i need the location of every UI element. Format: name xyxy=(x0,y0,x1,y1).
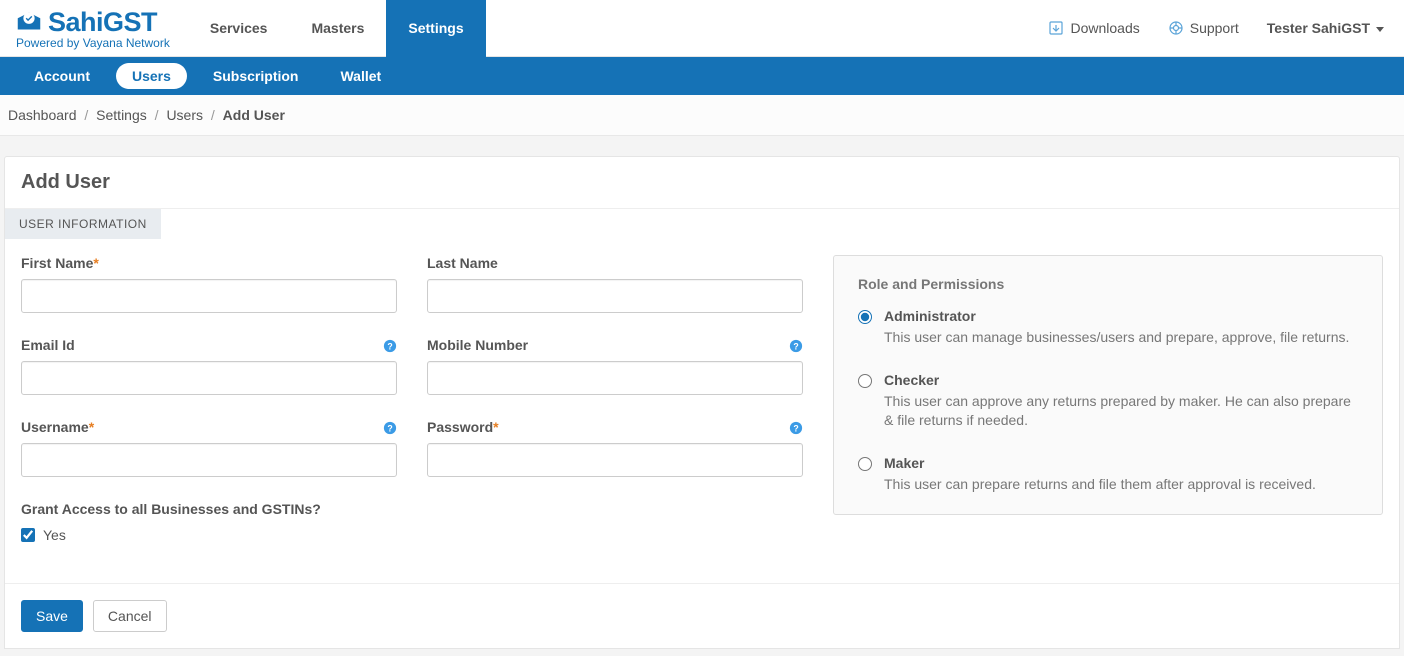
grant-access-checkbox[interactable] xyxy=(21,528,35,542)
add-user-card: Add User USER INFORMATION First Name* La… xyxy=(4,156,1400,649)
help-icon[interactable]: ? xyxy=(383,421,397,435)
role-name: Maker xyxy=(884,455,1316,471)
svg-text:?: ? xyxy=(387,342,392,352)
grant-access-label: Grant Access to all Businesses and GSTIN… xyxy=(21,501,803,517)
support-label: Support xyxy=(1190,20,1239,36)
svg-text:?: ? xyxy=(793,424,798,434)
nav-services[interactable]: Services xyxy=(188,0,290,57)
breadcrumb-sep: / xyxy=(155,107,159,123)
mobile-input[interactable] xyxy=(427,361,803,395)
help-icon[interactable]: ? xyxy=(789,421,803,435)
breadcrumb-current: Add User xyxy=(223,107,285,123)
svg-text:?: ? xyxy=(793,342,798,352)
breadcrumb: Dashboard / Settings / Users / Add User xyxy=(0,95,1404,136)
support-icon xyxy=(1168,20,1184,36)
role-radio-checker[interactable] xyxy=(858,374,872,388)
last-name-input[interactable] xyxy=(427,279,803,313)
role-desc: This user can approve any returns prepar… xyxy=(884,392,1358,431)
role-desc: This user can prepare returns and file t… xyxy=(884,475,1316,495)
roles-panel: Role and Permissions Administrator This … xyxy=(833,255,1383,515)
grant-access-checkbox-row[interactable]: Yes xyxy=(21,527,803,543)
page-title: Add User xyxy=(5,157,1399,209)
brand-icon xyxy=(14,10,44,34)
support-link[interactable]: Support xyxy=(1168,20,1239,36)
form-tabs: USER INFORMATION xyxy=(5,209,1399,239)
subnav-wallet[interactable]: Wallet xyxy=(324,63,397,89)
brand-logo[interactable]: SahiGST Powered by Vayana Network xyxy=(0,7,188,50)
role-checker[interactable]: Checker This user can approve any return… xyxy=(858,372,1358,431)
tab-user-information[interactable]: USER INFORMATION xyxy=(5,209,161,239)
password-label: Password* xyxy=(427,419,803,435)
first-name-label: First Name* xyxy=(21,255,397,271)
subnav-subscription[interactable]: Subscription xyxy=(197,63,315,89)
nav-settings[interactable]: Settings xyxy=(386,0,485,57)
breadcrumb-users[interactable]: Users xyxy=(166,107,203,123)
roles-title: Role and Permissions xyxy=(858,276,1358,292)
breadcrumb-settings[interactable]: Settings xyxy=(96,107,147,123)
mobile-label: Mobile Number xyxy=(427,337,803,353)
user-dropdown[interactable]: Tester SahiGST xyxy=(1267,20,1384,36)
grant-access-option: Yes xyxy=(43,527,66,543)
subnav-account[interactable]: Account xyxy=(18,63,106,89)
help-icon[interactable]: ? xyxy=(789,339,803,353)
download-icon xyxy=(1048,20,1064,36)
page-body: Add User USER INFORMATION First Name* La… xyxy=(0,136,1404,656)
user-name: Tester SahiGST xyxy=(1267,20,1370,36)
role-name: Checker xyxy=(884,372,1358,388)
form-actions: Save Cancel xyxy=(5,583,1399,648)
last-name-label: Last Name xyxy=(427,255,803,271)
role-desc: This user can manage businesses/users an… xyxy=(884,328,1349,348)
save-button[interactable]: Save xyxy=(21,600,83,632)
first-name-input[interactable] xyxy=(21,279,397,313)
cancel-button[interactable]: Cancel xyxy=(93,600,167,632)
brand-tagline: Powered by Vayana Network xyxy=(14,36,170,50)
breadcrumb-sep: / xyxy=(84,107,88,123)
role-radio-administrator[interactable] xyxy=(858,310,872,324)
top-navbar: SahiGST Powered by Vayana Network Servic… xyxy=(0,0,1404,57)
brand-name: SahiGST xyxy=(48,7,157,38)
sub-navbar: Account Users Subscription Wallet xyxy=(0,57,1404,95)
role-administrator[interactable]: Administrator This user can manage busin… xyxy=(858,308,1358,348)
username-label: Username* xyxy=(21,419,397,435)
downloads-label: Downloads xyxy=(1070,20,1139,36)
password-input[interactable] xyxy=(427,443,803,477)
email-label: Email Id xyxy=(21,337,397,353)
breadcrumb-dashboard[interactable]: Dashboard xyxy=(8,107,77,123)
svg-text:?: ? xyxy=(387,424,392,434)
role-radio-maker[interactable] xyxy=(858,457,872,471)
breadcrumb-sep: / xyxy=(211,107,215,123)
chevron-down-icon xyxy=(1376,27,1384,32)
username-input[interactable] xyxy=(21,443,397,477)
role-maker[interactable]: Maker This user can prepare returns and … xyxy=(858,455,1358,495)
email-input[interactable] xyxy=(21,361,397,395)
downloads-link[interactable]: Downloads xyxy=(1048,20,1139,36)
role-name: Administrator xyxy=(884,308,1349,324)
subnav-users[interactable]: Users xyxy=(116,63,187,89)
nav-masters[interactable]: Masters xyxy=(289,0,386,57)
help-icon[interactable]: ? xyxy=(383,339,397,353)
